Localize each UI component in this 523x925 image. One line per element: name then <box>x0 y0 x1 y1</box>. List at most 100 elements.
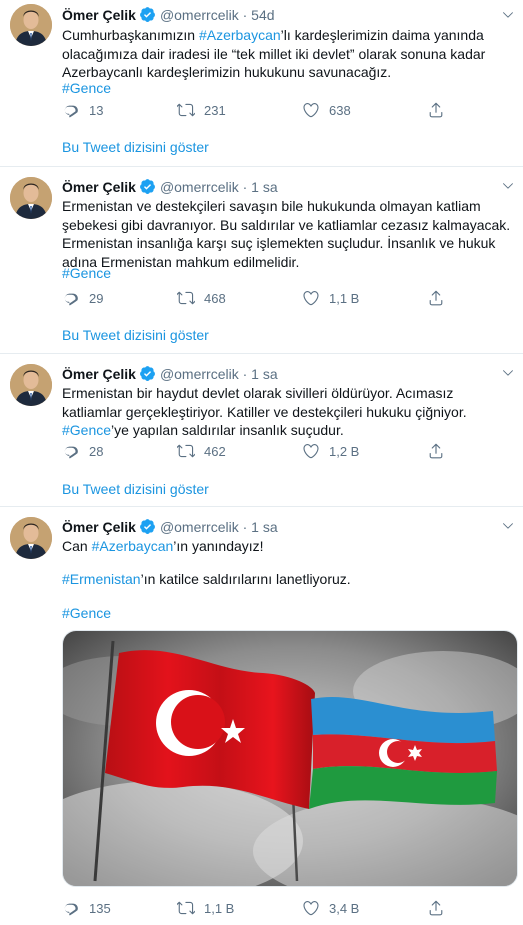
author-name[interactable]: Ömer Çelik <box>62 7 136 23</box>
caret-down-icon[interactable] <box>501 179 515 193</box>
retweet-button[interactable]: 468 <box>177 289 226 307</box>
caret-down-icon[interactable] <box>501 366 515 380</box>
hashtag-line: #Gence <box>62 604 512 623</box>
retweet-count: 462 <box>204 443 226 459</box>
tweet-time[interactable]: 1 sa <box>251 179 277 195</box>
reply-count: 135 <box>89 900 111 916</box>
verified-badge-icon <box>139 518 156 535</box>
tweet-2[interactable]: Ömer Çelik @omerrcelik · 1 sa Ermenistan … <box>0 167 523 353</box>
reply-button[interactable]: 29 <box>62 289 103 307</box>
hashtag-link[interactable]: #Gence <box>62 422 111 438</box>
retweet-button[interactable]: 231 <box>177 101 226 119</box>
verified-badge-icon <box>139 365 156 382</box>
retweet-button[interactable]: 462 <box>177 442 226 460</box>
tweet-text: Ermenistan bir haydut devlet olarak sivi… <box>62 384 512 440</box>
tweet-text-line-1: Can #Azerbaycan’ın yanındayız! <box>62 537 512 556</box>
tweet-actions: 28 462 1,2 B <box>62 442 502 462</box>
text-segment: Cumhurbaşkanımızın <box>62 27 199 43</box>
retweet-count: 231 <box>204 102 226 118</box>
share-icon <box>427 101 445 119</box>
reply-button[interactable]: 13 <box>62 101 103 119</box>
reply-button[interactable]: 135 <box>62 899 111 917</box>
hashtag-link[interactable]: #Azerbaycan <box>92 538 174 554</box>
tweet-time[interactable]: 54d <box>251 7 274 23</box>
tweet-text: Cumhurbaşkanımızın #Azerbaycan’lı kardeş… <box>62 26 512 82</box>
hashtag-link[interactable]: #Gence <box>62 80 111 96</box>
share-icon <box>427 899 445 917</box>
like-count: 1,2 B <box>329 443 360 459</box>
retweet-icon <box>177 101 195 119</box>
text-segment: Ermenistan bir haydut devlet olarak sivi… <box>62 385 467 420</box>
hashtag-link[interactable]: #Azerbaycan <box>199 27 281 43</box>
author-name[interactable]: Ömer Çelik <box>62 179 136 195</box>
like-count: 1,1 B <box>329 290 360 306</box>
share-button[interactable] <box>427 899 454 917</box>
avatar[interactable] <box>10 364 52 406</box>
like-button[interactable]: 1,2 B <box>302 442 359 460</box>
like-button[interactable]: 3,4 B <box>302 899 359 917</box>
avatar-image <box>10 364 52 406</box>
author-handle[interactable]: @omerrcelik <box>160 519 239 535</box>
show-thread-link[interactable]: Bu Tweet dizisini göster <box>62 327 209 343</box>
avatar-image <box>10 177 52 219</box>
tweet-text: Ermenistan ve destekçileri savaşın bile … <box>62 198 511 270</box>
share-button[interactable] <box>427 442 454 460</box>
like-icon <box>302 101 320 119</box>
hashtag-link[interactable]: #Ermenistan <box>62 571 141 587</box>
text-segment: Can <box>62 538 92 554</box>
reply-button[interactable]: 28 <box>62 442 103 460</box>
separator-dot: · <box>242 179 248 195</box>
like-button[interactable]: 638 <box>302 101 351 119</box>
show-thread-link[interactable]: Bu Tweet dizisini göster <box>62 139 209 155</box>
author-name[interactable]: Ömer Çelik <box>62 519 136 535</box>
hashtag-link[interactable]: #Gence <box>62 605 111 621</box>
tweet-actions: 13 231 638 <box>62 101 502 121</box>
author-handle[interactable]: @omerrcelik <box>160 179 239 195</box>
author-handle[interactable]: @omerrcelik <box>160 7 239 23</box>
retweet-count: 468 <box>204 290 226 306</box>
like-button[interactable]: 1,1 B <box>302 289 359 307</box>
retweet-icon <box>177 289 195 307</box>
text-segment: ’ye yapılan saldırılar insanlık suçudur. <box>111 422 344 438</box>
share-button[interactable] <box>427 289 454 307</box>
tweet-media-image[interactable] <box>62 630 518 887</box>
like-icon <box>302 442 320 460</box>
hashtag-line: #Gence <box>62 264 512 283</box>
text-segment: ’ın yanındayız! <box>173 538 264 554</box>
tweet-time[interactable]: 1 sa <box>251 519 277 535</box>
caret-down-icon[interactable] <box>501 519 515 533</box>
hashtag-link[interactable]: #Gence <box>62 265 111 281</box>
share-button[interactable] <box>427 101 454 119</box>
reply-count: 28 <box>89 443 104 459</box>
like-count: 638 <box>329 102 351 118</box>
tweet-text-line-2: #Ermenistan’ın katilce saldırılarını lan… <box>62 570 512 589</box>
author-handle[interactable]: @omerrcelik <box>160 366 239 382</box>
tweet-actions: 135 1,1 B 3,4 B <box>62 899 502 919</box>
share-icon <box>427 442 445 460</box>
caret-down-icon[interactable] <box>501 8 515 22</box>
author-name[interactable]: Ömer Çelik <box>62 366 136 382</box>
avatar[interactable] <box>10 177 52 219</box>
reply-icon <box>62 289 80 307</box>
reply-icon <box>62 442 80 460</box>
tweet-time[interactable]: 1 sa <box>251 366 277 382</box>
retweet-count: 1,1 B <box>204 900 235 916</box>
text-segment: ’ın katilce saldırılarını lanetliyoruz. <box>140 571 351 587</box>
tweet-3[interactable]: Ömer Çelik @omerrcelik · 1 sa Ermenistan … <box>0 354 523 506</box>
tweet-header: Ömer Çelik @omerrcelik · 1 sa <box>62 518 278 536</box>
avatar[interactable] <box>10 517 52 559</box>
tweet-header: Ömer Çelik @omerrcelik · 54d <box>62 6 275 24</box>
tweet-actions: 29 468 1,1 B <box>62 289 502 309</box>
avatar[interactable] <box>10 4 52 46</box>
show-thread-link[interactable]: Bu Tweet dizisini göster <box>62 481 209 497</box>
separator-dot: · <box>242 519 248 535</box>
tweet-header: Ömer Çelik @omerrcelik · 1 sa <box>62 365 278 383</box>
retweet-button[interactable]: 1,1 B <box>177 899 234 917</box>
tweet-header: Ömer Çelik @omerrcelik · 1 sa <box>62 178 278 196</box>
tweet-1[interactable]: Ömer Çelik @omerrcelik · 54d Cumhurbaşkan… <box>0 0 523 166</box>
tweet-4[interactable]: Ömer Çelik @omerrcelik · 1 sa Can #Azerba… <box>0 507 523 925</box>
verified-badge-icon <box>139 178 156 195</box>
retweet-icon <box>177 899 195 917</box>
reply-icon <box>62 101 80 119</box>
separator-dot: · <box>242 7 248 23</box>
